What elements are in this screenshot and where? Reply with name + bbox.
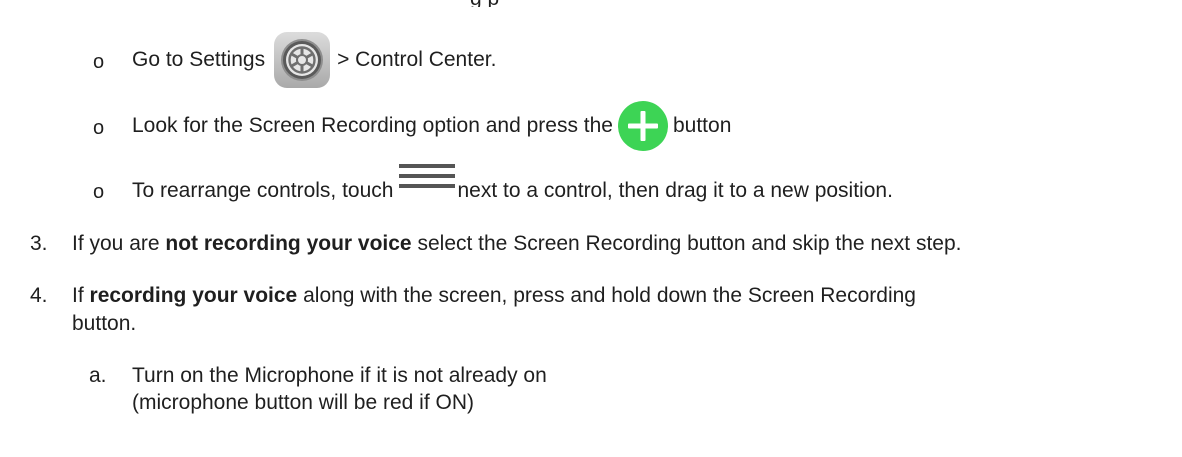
- step-4-text-before: If: [72, 284, 84, 307]
- step-number: 3.: [30, 232, 48, 255]
- settings-text-before: Go to Settings: [132, 48, 266, 71]
- step-3-bold: not recording your voice: [165, 232, 412, 255]
- instruction-settings: Go to Settings > Control Center.: [132, 27, 496, 93]
- step-3-text-before: If you are: [72, 232, 160, 255]
- step-4-text: If recording your voice along with the s…: [72, 284, 916, 308]
- step-4-continuation-text: button.: [72, 312, 137, 335]
- rearrange-text-after: next to a control, then drag it to a new…: [457, 179, 893, 202]
- look-for-text-after: button: [672, 114, 732, 137]
- substep-letter: a.: [89, 364, 107, 387]
- step-4-text-after: along with the screen, press and hold do…: [303, 284, 916, 307]
- hamburger-menu-icon: [399, 162, 456, 192]
- step-4-bold: recording your voice: [89, 284, 298, 307]
- step-3-text-after: select the Screen Recording button and s…: [417, 232, 962, 255]
- clipped-top-text: g p: [470, 0, 610, 7]
- instruction-look-for: Look for the Screen Recording option and…: [132, 96, 731, 156]
- bullet-marker: o: [93, 181, 105, 203]
- substep-a-text-2: (microphone button will be red if ON): [132, 391, 474, 414]
- substep-a-text-1: Turn on the Microphone if it is not alre…: [132, 364, 547, 387]
- step-number: 4.: [30, 284, 48, 307]
- bullet-marker: o: [93, 117, 105, 139]
- green-plus-icon: [617, 100, 669, 152]
- substep-a-line2: (microphone button will be red if ON): [132, 391, 474, 415]
- substep-a-line1: Turn on the Microphone if it is not alre…: [132, 364, 547, 388]
- step-3-text: If you are not recording your voice sele…: [72, 232, 961, 256]
- bullet-marker: o: [93, 51, 105, 73]
- instruction-rearrange: To rearrange controls, touch next to a c…: [132, 162, 893, 217]
- settings-text-after: > Control Center.: [337, 48, 497, 71]
- rearrange-text-before: To rearrange controls, touch: [132, 179, 394, 202]
- clipped-text-fragment: g p: [470, 0, 499, 7]
- settings-gear-icon: [273, 31, 331, 89]
- step-4-continuation: button.: [72, 312, 136, 336]
- look-for-text-before: Look for the Screen Recording option and…: [132, 114, 613, 137]
